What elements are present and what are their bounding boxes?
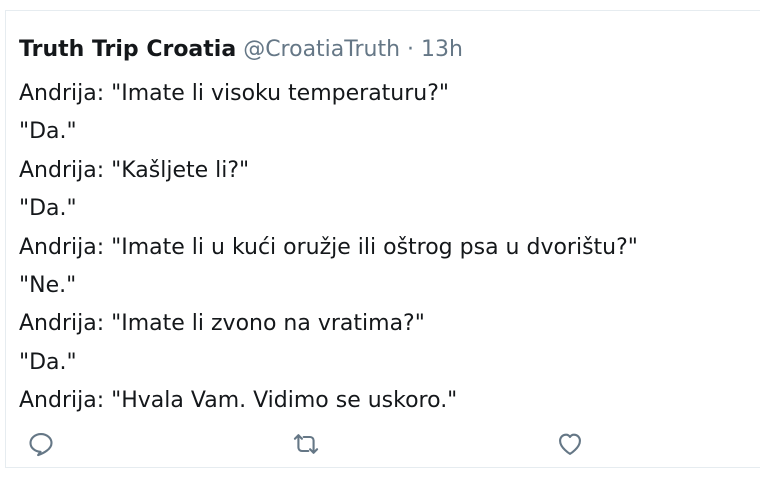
tweet-line: "Da.": [19, 196, 77, 222]
retweet-button[interactable]: [288, 426, 324, 462]
tweet-card[interactable]: Truth Trip Croatia @CroatiaTruth · 13h A…: [5, 10, 760, 468]
tweet-line: Andrija: "Kašljete li?": [19, 157, 250, 183]
tweet-line: "Ne.": [19, 273, 77, 299]
like-button[interactable]: [552, 426, 588, 462]
reply-icon: [29, 433, 53, 457]
like-icon: [559, 433, 581, 455]
tweet-header: Truth Trip Croatia @CroatiaTruth · 13h: [19, 35, 463, 65]
tweet-timestamp[interactable]: 13h: [421, 37, 463, 62]
reply-button[interactable]: [23, 426, 59, 462]
retweet-icon: [293, 434, 319, 454]
tweet-line: "Da.": [19, 119, 77, 145]
author-handle[interactable]: @CroatiaTruth: [243, 37, 400, 62]
tweet-line: Andrija: "Imate li u kući oružje ili ošt…: [19, 234, 638, 260]
tweet-line: Andrija: "Imate li zvono na vratima?": [19, 311, 425, 337]
author-display-name[interactable]: Truth Trip Croatia: [19, 37, 236, 62]
tweet-line: Andrija: "Imate li visoku temperaturu?": [19, 81, 450, 106]
tweet-line: Andrija: "Hvala Vam. Vidimo se uskoro.": [19, 388, 458, 414]
tweet-actions: [6, 426, 760, 466]
header-separator: ·: [407, 37, 415, 62]
tweet-line: "Da.": [19, 349, 77, 375]
tweet-text: Andrija: "Imate li visoku temperaturu?" …: [19, 75, 754, 421]
